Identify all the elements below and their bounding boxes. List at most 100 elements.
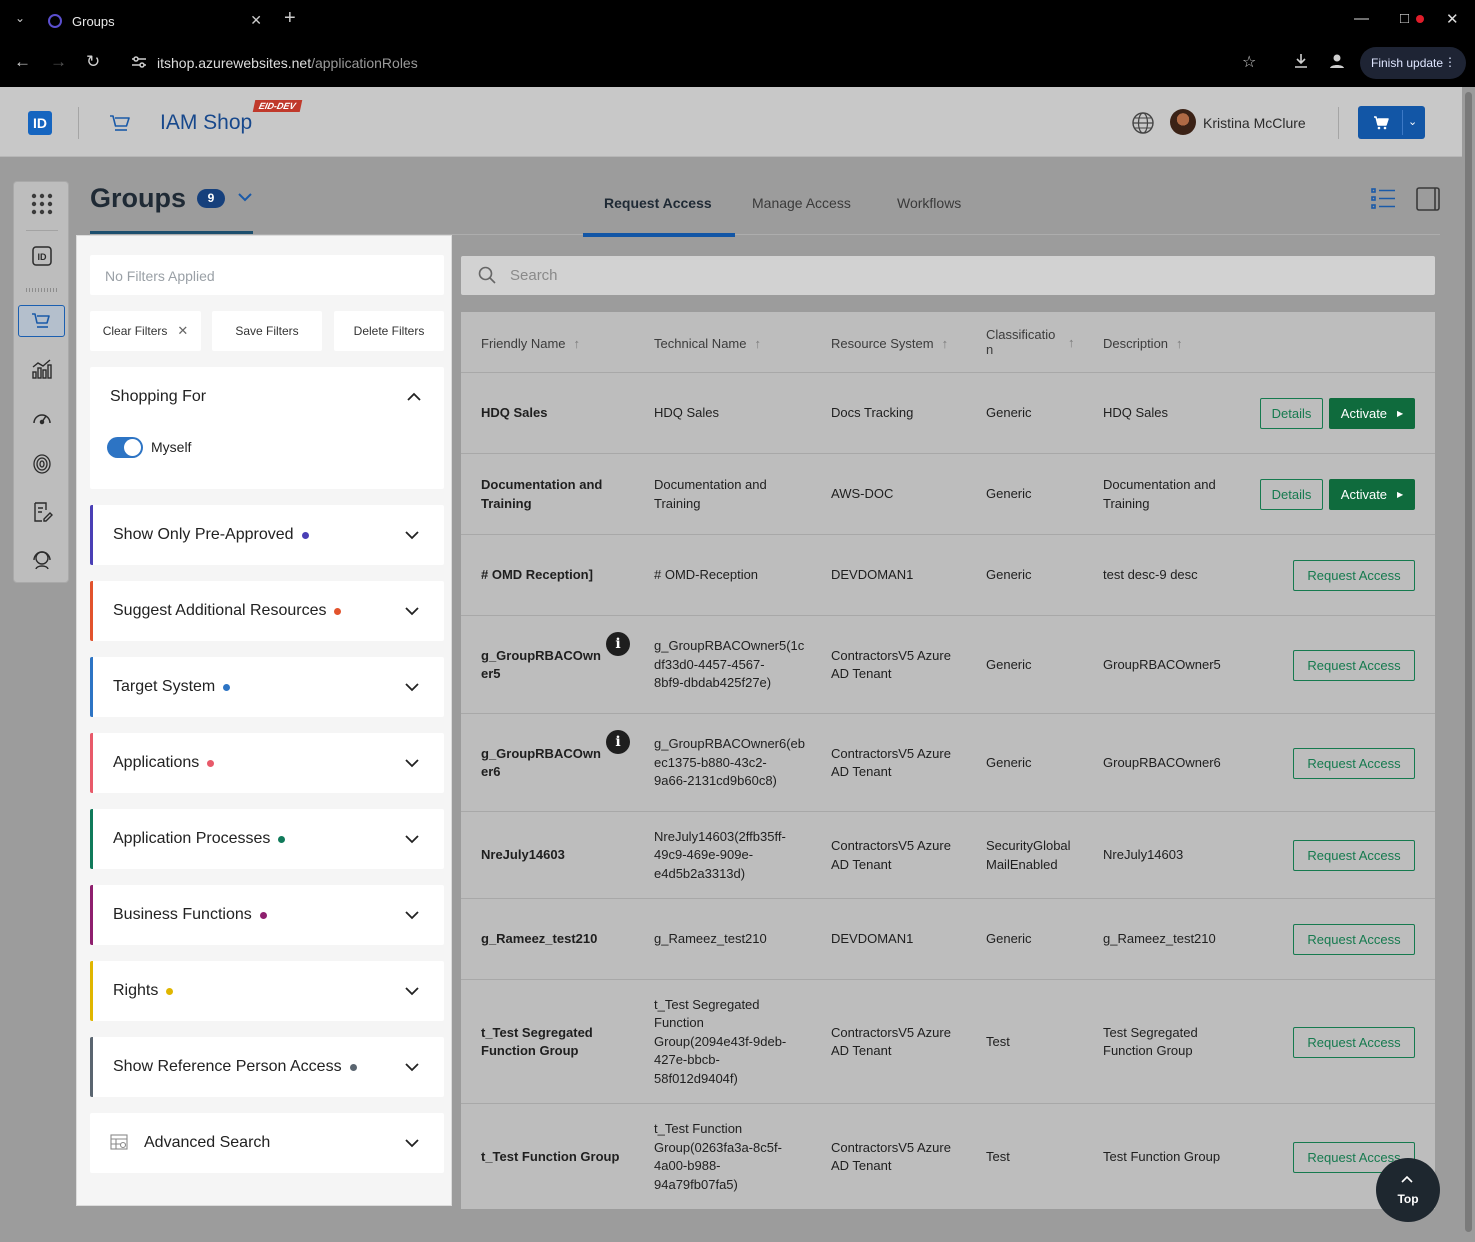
cart-dropdown-chevron-icon[interactable]: ⌄ bbox=[1408, 115, 1417, 128]
tab-request-access[interactable]: Request Access bbox=[604, 195, 712, 211]
apps-grid-icon[interactable] bbox=[28, 190, 56, 218]
request-access-button[interactable]: Request Access bbox=[1293, 747, 1415, 779]
avatar[interactable] bbox=[1170, 109, 1196, 135]
scrollbar-thumb[interactable] bbox=[1465, 92, 1472, 1232]
scroll-to-top-button[interactable]: Top bbox=[1376, 1158, 1440, 1222]
filter-facet[interactable]: Suggest Additional Resources bbox=[90, 581, 444, 641]
language-globe-icon[interactable] bbox=[1131, 111, 1155, 135]
sort-arrow-icon[interactable]: ↑ bbox=[1068, 335, 1075, 350]
info-icon[interactable]: i bbox=[606, 730, 630, 754]
column-header-technical-name[interactable]: Technical Name ↑ bbox=[654, 336, 761, 351]
request-access-button[interactable]: Request Access bbox=[1293, 560, 1415, 591]
table-row[interactable]: g_Rameez_test210 g_Rameez_test210 DEVDOMAN… bbox=[461, 898, 1435, 979]
tab-manage-access[interactable]: Manage Access bbox=[752, 195, 851, 211]
chevron-down-icon bbox=[404, 527, 420, 543]
user-name[interactable]: Kristina McClure bbox=[1203, 115, 1306, 131]
cart-split-divider bbox=[1402, 110, 1403, 135]
minimize-icon[interactable]: — bbox=[1354, 10, 1369, 27]
identity-icon[interactable]: ID bbox=[28, 242, 56, 270]
details-button[interactable]: Details bbox=[1260, 479, 1323, 510]
site-info-icon[interactable] bbox=[130, 54, 148, 70]
dashboard-gauge-icon[interactable] bbox=[28, 404, 56, 432]
filter-facet[interactable]: Application Processes bbox=[90, 809, 444, 869]
cell-classification: Generic bbox=[986, 656, 1032, 675]
caret-right-icon: ▶ bbox=[1397, 490, 1404, 499]
request-access-button[interactable]: Request Access bbox=[1293, 924, 1415, 955]
cell-text-line: SecurityGlobal bbox=[986, 838, 1071, 853]
list-view-icon[interactable] bbox=[1371, 186, 1397, 212]
header-divider bbox=[78, 107, 79, 139]
close-tab-icon[interactable]: ✕ bbox=[250, 12, 262, 29]
column-header-friendly-name[interactable]: Friendly Name ↑ bbox=[481, 336, 580, 351]
column-header-resource-system[interactable]: Resource System ↑ bbox=[831, 336, 948, 351]
activate-button[interactable]: Activate ▶ bbox=[1329, 398, 1415, 429]
panel-view-icon[interactable] bbox=[1415, 186, 1441, 212]
clear-filters-button[interactable]: Clear Filters ✕ bbox=[90, 311, 201, 351]
analytics-chart-icon[interactable] bbox=[28, 355, 56, 383]
browser-tab[interactable]: Groups ✕ bbox=[38, 4, 274, 38]
column-header-classification[interactable]: Classificatio n bbox=[986, 327, 1055, 357]
applied-filters-box[interactable]: No Filters Applied bbox=[90, 255, 444, 295]
maximize-icon[interactable]: □ bbox=[1400, 10, 1409, 27]
table-row[interactable]: g_GroupRBACOwn er5 g_GroupRBACOwner5(1c df3… bbox=[461, 615, 1435, 713]
chevron-down-icon bbox=[404, 603, 420, 619]
filter-facet[interactable]: Applications bbox=[90, 733, 444, 793]
cart-notification-dot bbox=[1416, 15, 1424, 23]
id-logo[interactable]: ID bbox=[28, 111, 52, 135]
request-access-button[interactable]: Request Access bbox=[1293, 649, 1415, 681]
page-scrollbar[interactable] bbox=[1462, 87, 1475, 1242]
more-options-icon[interactable]: ⋮ bbox=[1444, 55, 1456, 69]
tab-search-chevron-icon[interactable]: ⌄ bbox=[12, 11, 28, 27]
filter-facet-label: Show Reference Person Access bbox=[113, 1058, 357, 1076]
request-access-button[interactable]: Request Access bbox=[1293, 1026, 1415, 1058]
column-header-description[interactable]: Description ↑ bbox=[1103, 336, 1183, 351]
active-tab-indicator bbox=[583, 233, 735, 237]
profile-icon[interactable] bbox=[1328, 52, 1346, 75]
cell-text-line: Generic bbox=[986, 486, 1032, 502]
table-row[interactable]: t_Test Segregated Function Group t_Test Se… bbox=[461, 979, 1435, 1103]
close-window-icon[interactable]: ✕ bbox=[1446, 10, 1459, 28]
filter-facet[interactable]: Rights bbox=[90, 961, 444, 1021]
url-path: /applicationRoles bbox=[311, 55, 418, 71]
details-button[interactable]: Details bbox=[1260, 398, 1323, 429]
save-filters-button[interactable]: Save Filters bbox=[212, 311, 322, 351]
new-tab-icon[interactable]: + bbox=[284, 8, 296, 28]
title-chevron-down-icon[interactable] bbox=[236, 188, 254, 206]
info-icon[interactable]: i bbox=[606, 632, 630, 656]
cell-resource-system: ContractorsV5 Azure AD Tenant bbox=[831, 837, 951, 874]
app-title[interactable]: IAM Shop bbox=[160, 111, 252, 135]
cell-text-line: Group(2094e43f-9deb- bbox=[654, 1033, 787, 1049]
shop-cart-nav-icon[interactable] bbox=[28, 307, 56, 335]
back-icon[interactable]: ← bbox=[14, 52, 31, 72]
activate-button[interactable]: Activate ▶ bbox=[1329, 479, 1415, 510]
cell-text-line: g_Rameez_test210 bbox=[654, 931, 767, 947]
tab-workflows[interactable]: Workflows bbox=[897, 195, 961, 211]
table-row[interactable]: # OMD Reception] # OMD-Reception DEVDOMAN1… bbox=[461, 534, 1435, 615]
table-row[interactable]: Documentation and Training Documentation a… bbox=[461, 453, 1435, 534]
chevron-up-icon[interactable] bbox=[406, 389, 422, 405]
fingerprint-icon[interactable] bbox=[28, 450, 56, 478]
search-input[interactable]: Search bbox=[461, 256, 1435, 295]
forward-icon[interactable]: → bbox=[50, 52, 67, 72]
cart-button[interactable]: ⌄ bbox=[1358, 106, 1425, 139]
downloads-icon[interactable] bbox=[1292, 52, 1310, 75]
filter-facet[interactable]: Business Functions bbox=[90, 885, 444, 945]
filter-facet[interactable]: Show Only Pre-Approved bbox=[90, 505, 444, 565]
filter-facet[interactable]: Show Reference Person Access bbox=[90, 1037, 444, 1097]
table-row[interactable]: t_Test Function Group t_Test Function Grou… bbox=[461, 1103, 1435, 1209]
table-row[interactable]: HDQ Sales HDQ Sales Docs Tracking Generic HD… bbox=[461, 372, 1435, 453]
support-headset-icon[interactable] bbox=[28, 546, 56, 574]
advanced-search-section[interactable]: Advanced Search bbox=[90, 1113, 444, 1173]
reload-icon[interactable]: ↻ bbox=[86, 52, 100, 72]
delete-filters-button[interactable]: Delete Filters bbox=[334, 311, 444, 351]
request-access-button[interactable]: Request Access bbox=[1293, 840, 1415, 871]
filter-facet[interactable]: Target System bbox=[90, 657, 444, 717]
url-field[interactable]: itshop.azurewebsites.net/applicationRole… bbox=[157, 55, 418, 71]
cell-text-line: g_Rameez_test210 bbox=[481, 931, 598, 947]
bookmark-star-icon[interactable]: ☆ bbox=[1242, 52, 1256, 72]
table-row[interactable]: g_GroupRBACOwn er6 g_GroupRBACOwner6(eb ec1… bbox=[461, 713, 1435, 811]
shopping-for-myself-toggle[interactable] bbox=[107, 437, 143, 458]
attestation-document-icon[interactable] bbox=[28, 498, 56, 526]
finish-update-button[interactable]: Finish update ⋮ bbox=[1360, 47, 1466, 79]
table-row[interactable]: NreJuly14603 NreJuly14603(2ffb35ff- 49c9-4… bbox=[461, 811, 1435, 898]
